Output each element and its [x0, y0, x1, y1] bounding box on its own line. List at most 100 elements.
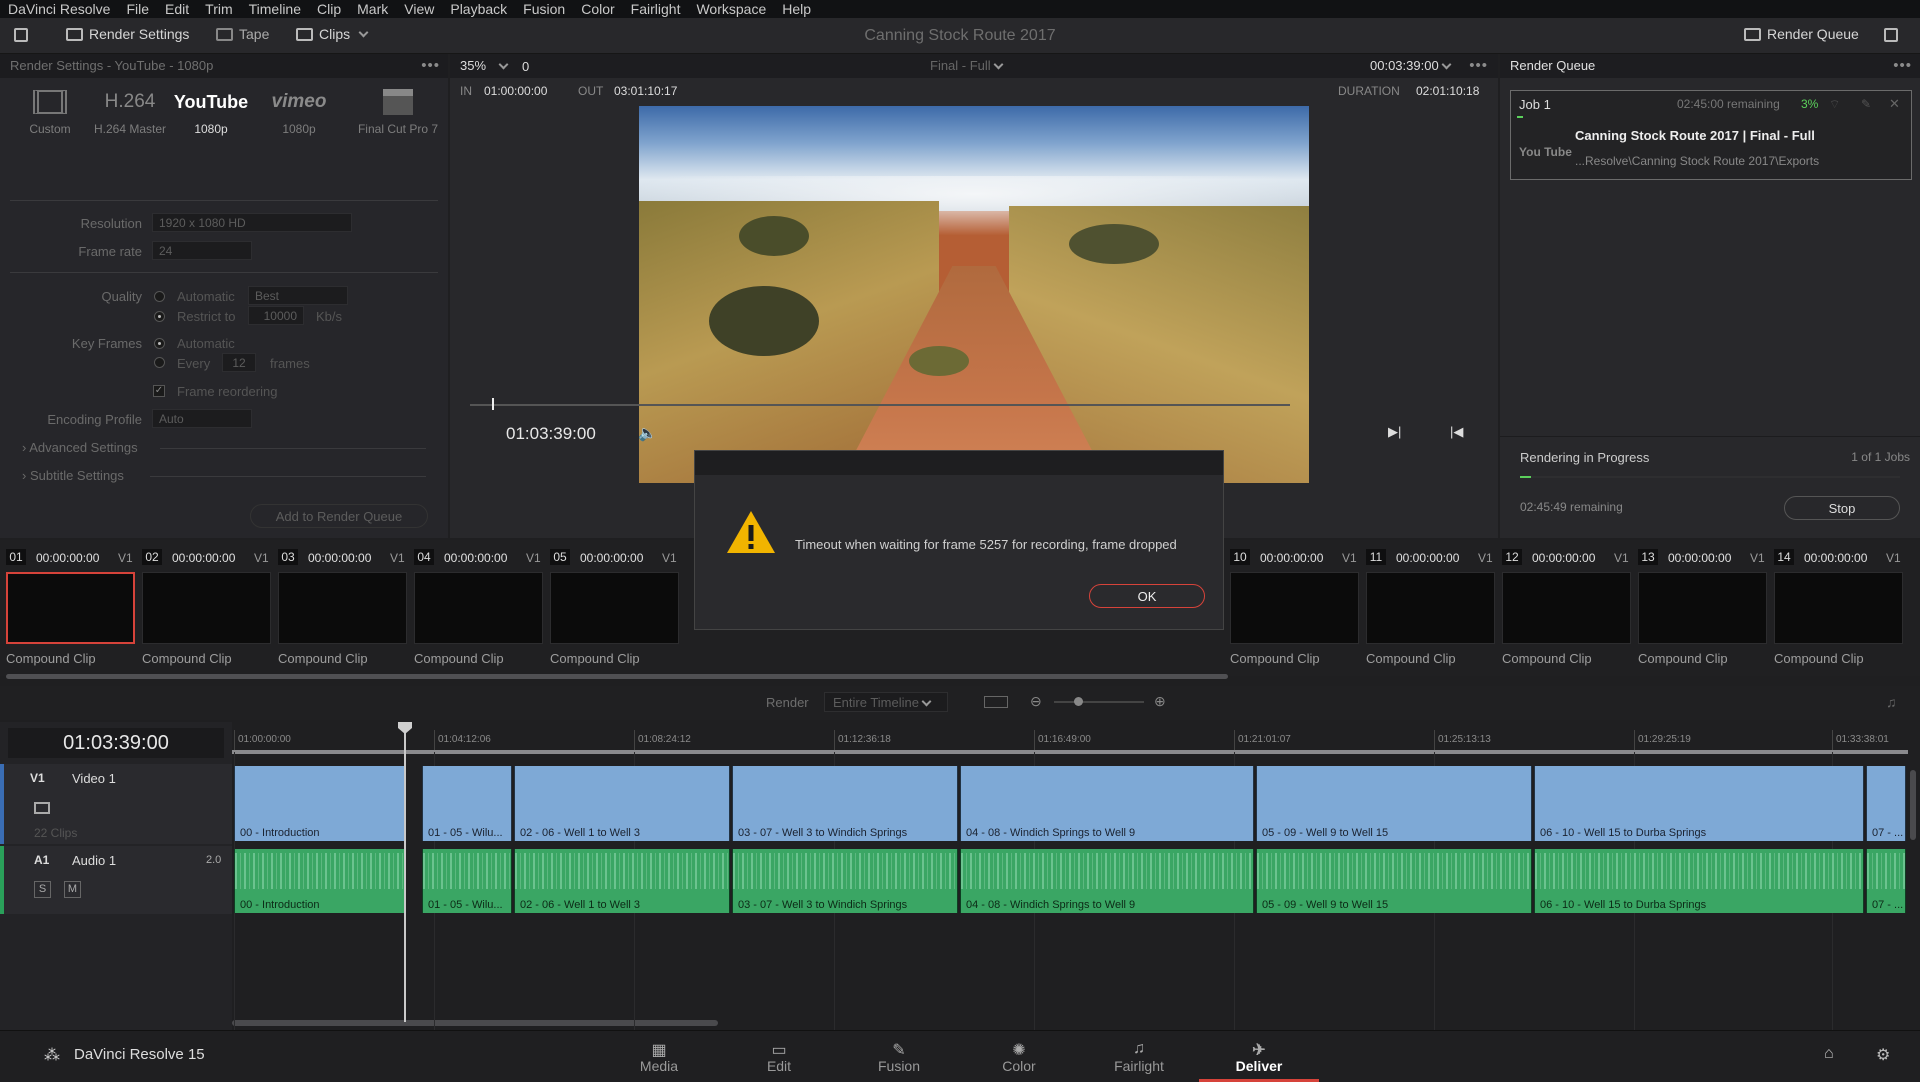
- prev-clip-icon[interactable]: |◀: [1450, 424, 1463, 440]
- preset-vimeo[interactable]: vimeo 1080p: [251, 82, 347, 136]
- zoom-out-icon[interactable]: ⊖: [1030, 693, 1042, 710]
- menu-trim[interactable]: Trim: [197, 1, 240, 17]
- render-job-item[interactable]: Job 1 02:45:00 remaining 3% ⌔ ✎ ✕ You Tu…: [1510, 90, 1912, 180]
- page-tab-media[interactable]: ▦Media: [599, 1040, 719, 1074]
- close-icon[interactable]: ✕: [1889, 96, 1900, 112]
- quality-automatic-radio[interactable]: [154, 291, 165, 302]
- audio-clip[interactable]: 04 - 08 - Windich Springs to Well 9: [960, 849, 1254, 913]
- menu-help[interactable]: Help: [774, 1, 819, 17]
- scrub-playhead[interactable]: [492, 398, 494, 410]
- audio-clip[interactable]: 07 - ...: [1866, 849, 1906, 913]
- more-options-icon[interactable]: •••: [1469, 57, 1488, 74]
- menu-edit[interactable]: Edit: [157, 1, 197, 17]
- video-clip[interactable]: 07 - ...: [1866, 766, 1906, 841]
- next-clip-icon[interactable]: ▶|: [1388, 424, 1401, 440]
- monitor-icon[interactable]: [34, 802, 50, 814]
- clip-thumbnail[interactable]: [1502, 572, 1631, 644]
- clip-thumbnail[interactable]: [142, 572, 271, 644]
- page-tab-fusion[interactable]: ✎Fusion: [839, 1040, 959, 1074]
- menu-app[interactable]: DaVinci Resolve: [0, 1, 118, 17]
- audio-clip[interactable]: 02 - 06 - Well 1 to Well 3: [514, 849, 730, 913]
- panel-toggle-right[interactable]: [1884, 28, 1898, 42]
- preset-youtube[interactable]: YouTube 1080p: [163, 82, 259, 136]
- add-to-render-queue-button[interactable]: Add to Render Queue: [250, 504, 428, 528]
- restrict-to-radio[interactable]: [154, 311, 165, 322]
- frame-reordering-checkbox[interactable]: ✓: [153, 385, 165, 397]
- render-queue-button[interactable]: Render Queue: [1744, 26, 1859, 42]
- video-clip[interactable]: 03 - 07 - Well 3 to Windich Springs: [732, 766, 958, 841]
- a1-track-name[interactable]: Audio 1: [72, 853, 116, 868]
- menu-workspace[interactable]: Workspace: [688, 1, 774, 17]
- clips-button[interactable]: Clips: [296, 26, 367, 42]
- audio-clip[interactable]: 06 - 10 - Well 15 to Durba Springs: [1534, 849, 1864, 913]
- tape-button[interactable]: Tape: [216, 26, 269, 42]
- audio-clip[interactable]: 03 - 07 - Well 3 to Windich Springs: [732, 849, 958, 913]
- video-clip[interactable]: 04 - 08 - Windich Springs to Well 9: [960, 766, 1254, 841]
- menu-timeline[interactable]: Timeline: [241, 1, 309, 17]
- home-icon[interactable]: ⌂: [1824, 1045, 1834, 1063]
- menu-fairlight[interactable]: Fairlight: [623, 1, 689, 17]
- preset-final-cut[interactable]: Final Cut Pro 7: [348, 82, 448, 136]
- menu-mark[interactable]: Mark: [349, 1, 396, 17]
- clip-thumbnail[interactable]: [1638, 572, 1767, 644]
- page-tab-color[interactable]: ✺Color: [959, 1040, 1079, 1074]
- zoom-field[interactable]: 0: [522, 59, 529, 74]
- viewer-timecode-select[interactable]: 00:03:39:00: [1370, 58, 1450, 73]
- more-options-icon[interactable]: •••: [421, 57, 440, 74]
- video-clip[interactable]: 06 - 10 - Well 15 to Durba Springs: [1534, 766, 1864, 841]
- render-range-select[interactable]: Entire Timeline: [824, 692, 948, 712]
- solo-button[interactable]: S: [34, 881, 51, 898]
- video-clip[interactable]: 02 - 06 - Well 1 to Well 3: [514, 766, 730, 841]
- timeline-select[interactable]: Final - Full: [930, 58, 1002, 73]
- scrub-bar[interactable]: [470, 404, 1290, 406]
- audio-meter-icon[interactable]: ♫: [1886, 694, 1897, 710]
- clip-thumbnail[interactable]: [6, 572, 135, 644]
- stop-button[interactable]: Stop: [1784, 496, 1900, 520]
- volume-icon[interactable]: 🔈: [638, 424, 657, 442]
- keyframes-every-input[interactable]: 12: [222, 353, 256, 372]
- more-options-icon[interactable]: •••: [1893, 57, 1912, 74]
- v1-track-name[interactable]: Video 1: [72, 771, 116, 786]
- resolution-select[interactable]: 1920 x 1080 HD: [152, 213, 352, 232]
- bitrate-input[interactable]: 10000: [248, 306, 304, 325]
- audio-clip[interactable]: 00 - Introduction: [234, 849, 406, 913]
- timeline-vscrollbar[interactable]: [1910, 770, 1916, 840]
- video-clip[interactable]: 00 - Introduction: [234, 766, 406, 841]
- menu-view[interactable]: View: [396, 1, 442, 17]
- mute-button[interactable]: M: [64, 881, 81, 898]
- panel-toggle-left[interactable]: [14, 28, 28, 42]
- clips-scrollbar[interactable]: [6, 674, 1228, 679]
- zoom-select[interactable]: 35%: [460, 58, 486, 73]
- render-settings-button[interactable]: Render Settings: [66, 26, 189, 42]
- keyframes-every-radio[interactable]: [154, 357, 165, 368]
- timeline-scrollbar[interactable]: [232, 1020, 718, 1026]
- timeline-playhead[interactable]: [404, 722, 406, 1022]
- menu-playback[interactable]: Playback: [442, 1, 515, 17]
- page-tab-fairlight[interactable]: ♫Fairlight: [1079, 1040, 1199, 1074]
- clip-thumbnail[interactable]: [278, 572, 407, 644]
- video-clip[interactable]: 05 - 09 - Well 9 to Well 15: [1256, 766, 1532, 841]
- clip-thumbnail[interactable]: [1774, 572, 1903, 644]
- subtitle-settings-toggle[interactable]: › Subtitle Settings: [22, 468, 124, 483]
- settings-gear-icon[interactable]: ⚙: [1876, 1045, 1890, 1065]
- menu-clip[interactable]: Clip: [309, 1, 349, 17]
- clip-thumbnail[interactable]: [414, 572, 543, 644]
- menu-fusion[interactable]: Fusion: [515, 1, 573, 17]
- zoom-in-icon[interactable]: ⊕: [1154, 693, 1166, 710]
- menu-color[interactable]: Color: [573, 1, 622, 17]
- page-tab-edit[interactable]: ▭Edit: [719, 1040, 839, 1074]
- clip-thumbnail[interactable]: [550, 572, 679, 644]
- clip-thumbnail[interactable]: [1230, 572, 1359, 644]
- encoding-profile-select[interactable]: Auto: [152, 409, 252, 428]
- keyframes-auto-radio[interactable]: [154, 338, 165, 349]
- edit-icon[interactable]: ✎: [1861, 97, 1871, 111]
- framerate-select[interactable]: 24: [152, 241, 252, 260]
- menu-file[interactable]: File: [118, 1, 157, 17]
- clip-thumbnail[interactable]: [1366, 572, 1495, 644]
- timeline-view-icon[interactable]: [984, 696, 1008, 708]
- zoom-slider-handle[interactable]: [1074, 697, 1083, 706]
- audio-clip[interactable]: 01 - 05 - Wilu...: [422, 849, 512, 913]
- ok-button[interactable]: OK: [1089, 584, 1205, 608]
- audio-clip[interactable]: 05 - 09 - Well 9 to Well 15: [1256, 849, 1532, 913]
- advanced-settings-toggle[interactable]: › Advanced Settings: [22, 440, 138, 455]
